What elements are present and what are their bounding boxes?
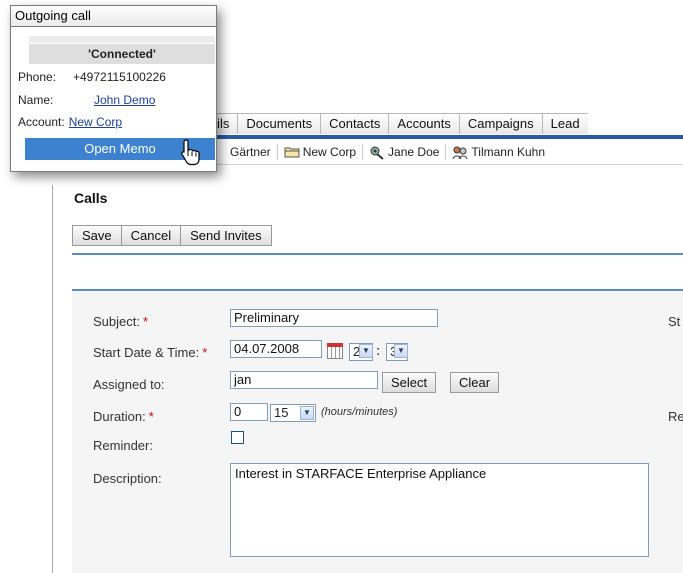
phone-value: +4972115100226 — [73, 70, 166, 84]
recent-item-new-corp[interactable]: New Corp — [278, 144, 364, 160]
popup-status-bar-top — [29, 36, 215, 43]
assigned-to-label: Assigned to: — [93, 377, 165, 392]
contacts-group-icon — [452, 146, 468, 160]
right-label-partial: Re — [668, 409, 683, 424]
section-divider-top — [72, 253, 683, 255]
popup-account-row: Account: New Corp — [18, 115, 122, 129]
select-user-button[interactable]: Select — [382, 372, 437, 393]
duration-minutes-value: 15 — [274, 405, 289, 420]
description-textarea[interactable]: Interest in STARFACE Enterprise Applianc… — [230, 463, 649, 557]
calendar-icon[interactable] — [327, 343, 343, 359]
popup-name-row: Name: John Demo — [18, 93, 155, 107]
tab-underline — [190, 135, 683, 139]
content-left-border — [52, 185, 53, 573]
time-separator: : — [376, 344, 381, 359]
popup-phone-row: Phone: +4972115100226 — [18, 70, 166, 84]
start-hour-dropdown[interactable]: ▼ — [358, 343, 374, 361]
recent-item-label: Tilmann Kuhn — [471, 145, 546, 159]
hand-pointer-icon — [181, 139, 200, 166]
tab-campaigns[interactable]: Campaigns — [459, 113, 543, 134]
call-status: 'Connected' — [29, 44, 215, 64]
clear-user-button[interactable]: Clear — [450, 372, 500, 393]
reminder-label: Reminder: — [93, 438, 153, 453]
form-panel-top-border — [72, 289, 683, 291]
start-minute-dropdown[interactable]: ▼ — [393, 343, 409, 361]
recent-item-tilmann-kuhn[interactable]: Tilmann Kuhn — [446, 144, 551, 160]
module-tabbar: mails Documents Contacts Accounts Campai… — [190, 113, 588, 135]
subject-label: Subject: * — [93, 314, 149, 329]
status-label-partial: St — [668, 314, 681, 329]
page-title: Calls — [74, 190, 108, 206]
dropdown-arrow-icon: ▼ — [300, 406, 314, 420]
tab-accounts[interactable]: Accounts — [389, 113, 460, 134]
recent-item-label: Jane Doe — [388, 145, 440, 159]
tab-documents[interactable]: Documents — [238, 113, 322, 134]
tab-contacts[interactable]: Contacts — [321, 113, 390, 134]
subject-input[interactable]: Preliminary — [230, 309, 438, 327]
recent-item-label: Gärtner — [230, 145, 271, 159]
folder-icon — [284, 146, 300, 158]
start-date-input[interactable]: 04.07.2008 — [230, 340, 322, 358]
contact-name-link[interactable]: John Demo — [94, 93, 155, 107]
dropdown-arrow-icon: ▼ — [394, 344, 408, 358]
duration-hours-input[interactable]: 0 — [230, 403, 268, 421]
phone-label: Phone: — [18, 70, 57, 84]
action-button-row: Save Cancel Send Invites — [72, 225, 272, 246]
send-invites-button[interactable]: Send Invites — [180, 225, 272, 246]
reminder-checkbox[interactable] — [231, 431, 244, 444]
account-label: Account: — [18, 115, 65, 129]
cancel-button[interactable]: Cancel — [120, 225, 182, 246]
name-label: Name: — [18, 93, 54, 107]
duration-minutes-select[interactable]: 15 ▼ — [270, 404, 316, 422]
tab-leads[interactable]: Lead — [542, 113, 588, 134]
recently-viewed-bar: Gärtner New Corp Jane Doe Tilmann Kuhn — [190, 140, 683, 165]
save-button[interactable]: Save — [72, 225, 122, 246]
account-link[interactable]: New Corp — [69, 115, 122, 129]
duration-label: Duration: * — [93, 409, 154, 424]
start-datetime-label: Start Date & Time: * — [93, 345, 208, 360]
description-label: Description: — [93, 471, 162, 486]
assigned-to-input[interactable]: jan — [230, 371, 378, 389]
recent-item-jane-doe[interactable]: Jane Doe — [363, 144, 447, 160]
recent-item-label: New Corp — [302, 145, 357, 159]
contact-icon — [369, 146, 385, 160]
popup-title: Outgoing call — [11, 6, 216, 27]
dropdown-arrow-icon: ▼ — [359, 344, 373, 358]
duration-hint: (hours/minutes) — [321, 406, 398, 418]
